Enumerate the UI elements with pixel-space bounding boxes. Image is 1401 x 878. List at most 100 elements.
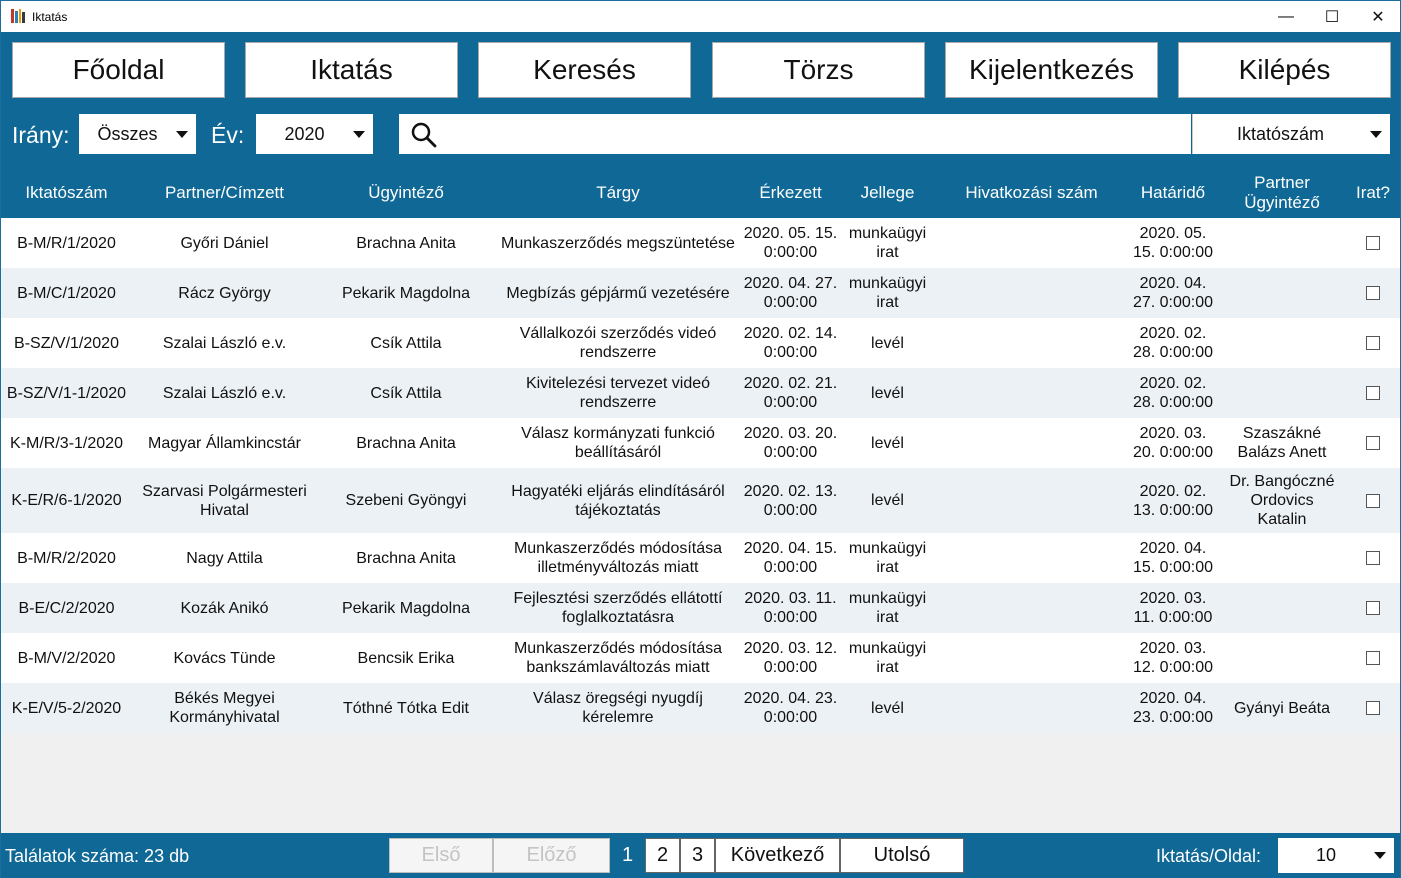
- table-header: Iktatószám Partner/Címzett Ügyintéző Tár…: [1, 168, 1400, 218]
- column-header[interactable]: Partner/Címzett: [132, 168, 317, 218]
- cell-partner-ugyintezo: [1218, 218, 1346, 268]
- cell-targy: Kivitelezési tervezet videó rendszerre: [525, 375, 711, 411]
- cell-ugyintezo: Csík Attila: [370, 384, 442, 402]
- cell-erkezett: 2020. 03. 12. 0:00:00: [743, 640, 838, 676]
- chevron-down-icon: [1370, 131, 1382, 138]
- cell-hatarido: 2020. 03. 20. 0:00:00: [1132, 425, 1214, 461]
- cell-iktatoszam: K-E/R/6-1/2020: [11, 492, 122, 509]
- table-row[interactable]: K-M/R/3-1/2020 Magyar Államkincstár Brac…: [1, 418, 1400, 468]
- chevron-down-icon: [353, 131, 365, 138]
- direction-select[interactable]: Összes: [79, 114, 196, 154]
- cell-hivatkozasi-szam: [935, 683, 1128, 733]
- exit-button[interactable]: Kilépés: [1178, 42, 1391, 98]
- cell-partner: Rácz György: [178, 284, 271, 302]
- next-page-button[interactable]: Következő: [715, 838, 840, 873]
- cell-jellege: levél: [871, 492, 904, 509]
- page-3-button[interactable]: 3: [680, 838, 715, 873]
- first-page-button[interactable]: Első: [389, 838, 493, 873]
- cell-hatarido: 2020. 04. 15. 0:00:00: [1132, 540, 1214, 576]
- column-header[interactable]: Partner Ügyintéző: [1218, 168, 1346, 218]
- column-header[interactable]: Irat?: [1346, 168, 1400, 218]
- maximize-icon[interactable]: ☐: [1309, 1, 1355, 32]
- table-row[interactable]: K-E/V/5-2/2020 Békés Megyei Kormányhivat…: [1, 683, 1400, 733]
- logout-button[interactable]: Kijelentkezés: [945, 42, 1158, 98]
- app-window: Iktatás — ☐ ✕ Főoldal Iktatás Keresés Tö…: [0, 0, 1401, 878]
- cell-irat: [1346, 583, 1400, 633]
- irat-checkbox[interactable]: [1366, 386, 1380, 400]
- table-row[interactable]: B-M/V/2/2020 Kovács Tünde Bencsik Erika …: [1, 633, 1400, 683]
- table-row[interactable]: B-M/R/2/2020 Nagy Attila Brachna Anita M…: [1, 533, 1400, 583]
- minimize-icon[interactable]: —: [1263, 1, 1309, 32]
- table-row[interactable]: B-M/C/1/2020 Rácz György Pekarik Magdoln…: [1, 268, 1400, 318]
- toolbar-area: Főoldal Iktatás Keresés Törzs Kijelentke…: [1, 32, 1400, 218]
- cell-irat: [1346, 368, 1400, 418]
- cell-jellege: munkaügyi irat: [848, 275, 927, 311]
- search-icon[interactable]: [411, 122, 437, 148]
- cell-ugyintezo: Bencsik Erika: [357, 649, 455, 667]
- irat-checkbox[interactable]: [1366, 551, 1380, 565]
- per-page-select[interactable]: 10: [1278, 838, 1394, 873]
- cell-targy: Munkaszerződés módosítása bankszámlavált…: [513, 640, 723, 676]
- column-header[interactable]: Érkezett: [741, 168, 840, 218]
- cell-partner: Kovács Tünde: [173, 649, 276, 667]
- column-header[interactable]: Iktatószám: [1, 168, 132, 218]
- year-select[interactable]: 2020: [256, 114, 373, 154]
- last-page-button[interactable]: Utolsó: [840, 838, 964, 873]
- column-header[interactable]: Határidő: [1128, 168, 1218, 218]
- cell-irat: [1346, 268, 1400, 318]
- cell-partner-ugyintezo: [1218, 368, 1346, 418]
- cell-irat: [1346, 633, 1400, 683]
- irat-checkbox[interactable]: [1366, 436, 1380, 450]
- search-field-select[interactable]: Iktatószám: [1192, 114, 1390, 154]
- cell-irat: [1346, 468, 1400, 533]
- cell-ugyintezo: Tóthné Tótka Edit: [343, 699, 469, 717]
- search-button[interactable]: Keresés: [478, 42, 691, 98]
- irat-checkbox[interactable]: [1366, 286, 1380, 300]
- table-row[interactable]: K-E/R/6-1/2020 Szarvasi Polgármesteri Hi…: [1, 468, 1400, 533]
- master-data-button[interactable]: Törzs: [712, 42, 925, 98]
- irat-checkbox[interactable]: [1366, 236, 1380, 250]
- close-icon[interactable]: ✕: [1355, 1, 1401, 32]
- table-row[interactable]: B-E/C/2/2020 Kozák Anikó Pekarik Magdoln…: [1, 583, 1400, 633]
- cell-jellege: levél: [871, 434, 904, 452]
- cell-targy: Válasz öregségi nyugdíj kérelemre: [533, 690, 703, 726]
- cell-targy: Vállalkozói szerződés videó rendszerre: [519, 325, 717, 361]
- irat-checkbox[interactable]: [1366, 601, 1380, 615]
- cell-hivatkozasi-szam: [935, 318, 1128, 368]
- results-grid: B-M/R/1/2020 Győri Dániel Brachna Anita …: [1, 218, 1400, 833]
- column-header[interactable]: Ügyintéző: [317, 168, 495, 218]
- cell-ugyintezo: Brachna Anita: [356, 434, 456, 452]
- cell-targy: Hagyatéki eljárás elindításáról tájékozt…: [511, 482, 725, 519]
- cell-partner: Magyar Államkincstár: [148, 434, 301, 452]
- column-header[interactable]: Jellege: [840, 168, 935, 218]
- table-row[interactable]: B-M/R/1/2020 Győri Dániel Brachna Anita …: [1, 218, 1400, 268]
- cell-irat: [1346, 533, 1400, 583]
- table-row[interactable]: B-SZ/V/1/2020 Szalai László e.v. Csík At…: [1, 318, 1400, 368]
- irat-checkbox[interactable]: [1366, 701, 1380, 715]
- page-1-button[interactable]: 1: [610, 838, 645, 873]
- iktatas-button[interactable]: Iktatás: [245, 42, 458, 98]
- column-header[interactable]: Hivatkozási szám: [935, 168, 1128, 218]
- irat-checkbox[interactable]: [1366, 493, 1380, 508]
- cell-hatarido: 2020. 02. 13. 0:00:00: [1132, 482, 1214, 519]
- prev-page-button[interactable]: Előző: [493, 838, 610, 873]
- cell-jellege: munkaügyi irat: [848, 540, 927, 576]
- window-title: Iktatás: [32, 10, 68, 24]
- search-input[interactable]: [449, 114, 1184, 154]
- cell-targy: Munkaszerződés módosítása illetményválto…: [513, 540, 723, 576]
- cell-hivatkozasi-szam: [935, 368, 1128, 418]
- cell-partner: Szalai László e.v.: [162, 384, 287, 402]
- page-2-button[interactable]: 2: [645, 838, 680, 873]
- chevron-down-icon: [176, 131, 188, 138]
- footer-bar: Találatok száma: 23 db Első Előző 1 2 3 …: [1, 833, 1400, 878]
- cell-partner-ugyintezo: Szaszákné Balázs Anett: [1237, 425, 1327, 461]
- table-row[interactable]: B-SZ/V/1-1/2020 Szalai László e.v. Csík …: [1, 368, 1400, 418]
- cell-iktatoszam: K-M/R/3-1/2020: [10, 434, 123, 452]
- irat-checkbox[interactable]: [1366, 336, 1380, 350]
- cell-partner-ugyintezo: Gyányi Beáta: [1233, 699, 1331, 717]
- irat-checkbox[interactable]: [1366, 651, 1380, 665]
- app-icon: [11, 9, 25, 23]
- column-header[interactable]: Tárgy: [495, 168, 741, 218]
- cell-hatarido: 2020. 03. 11. 0:00:00: [1133, 590, 1213, 626]
- home-button[interactable]: Főoldal: [12, 42, 225, 98]
